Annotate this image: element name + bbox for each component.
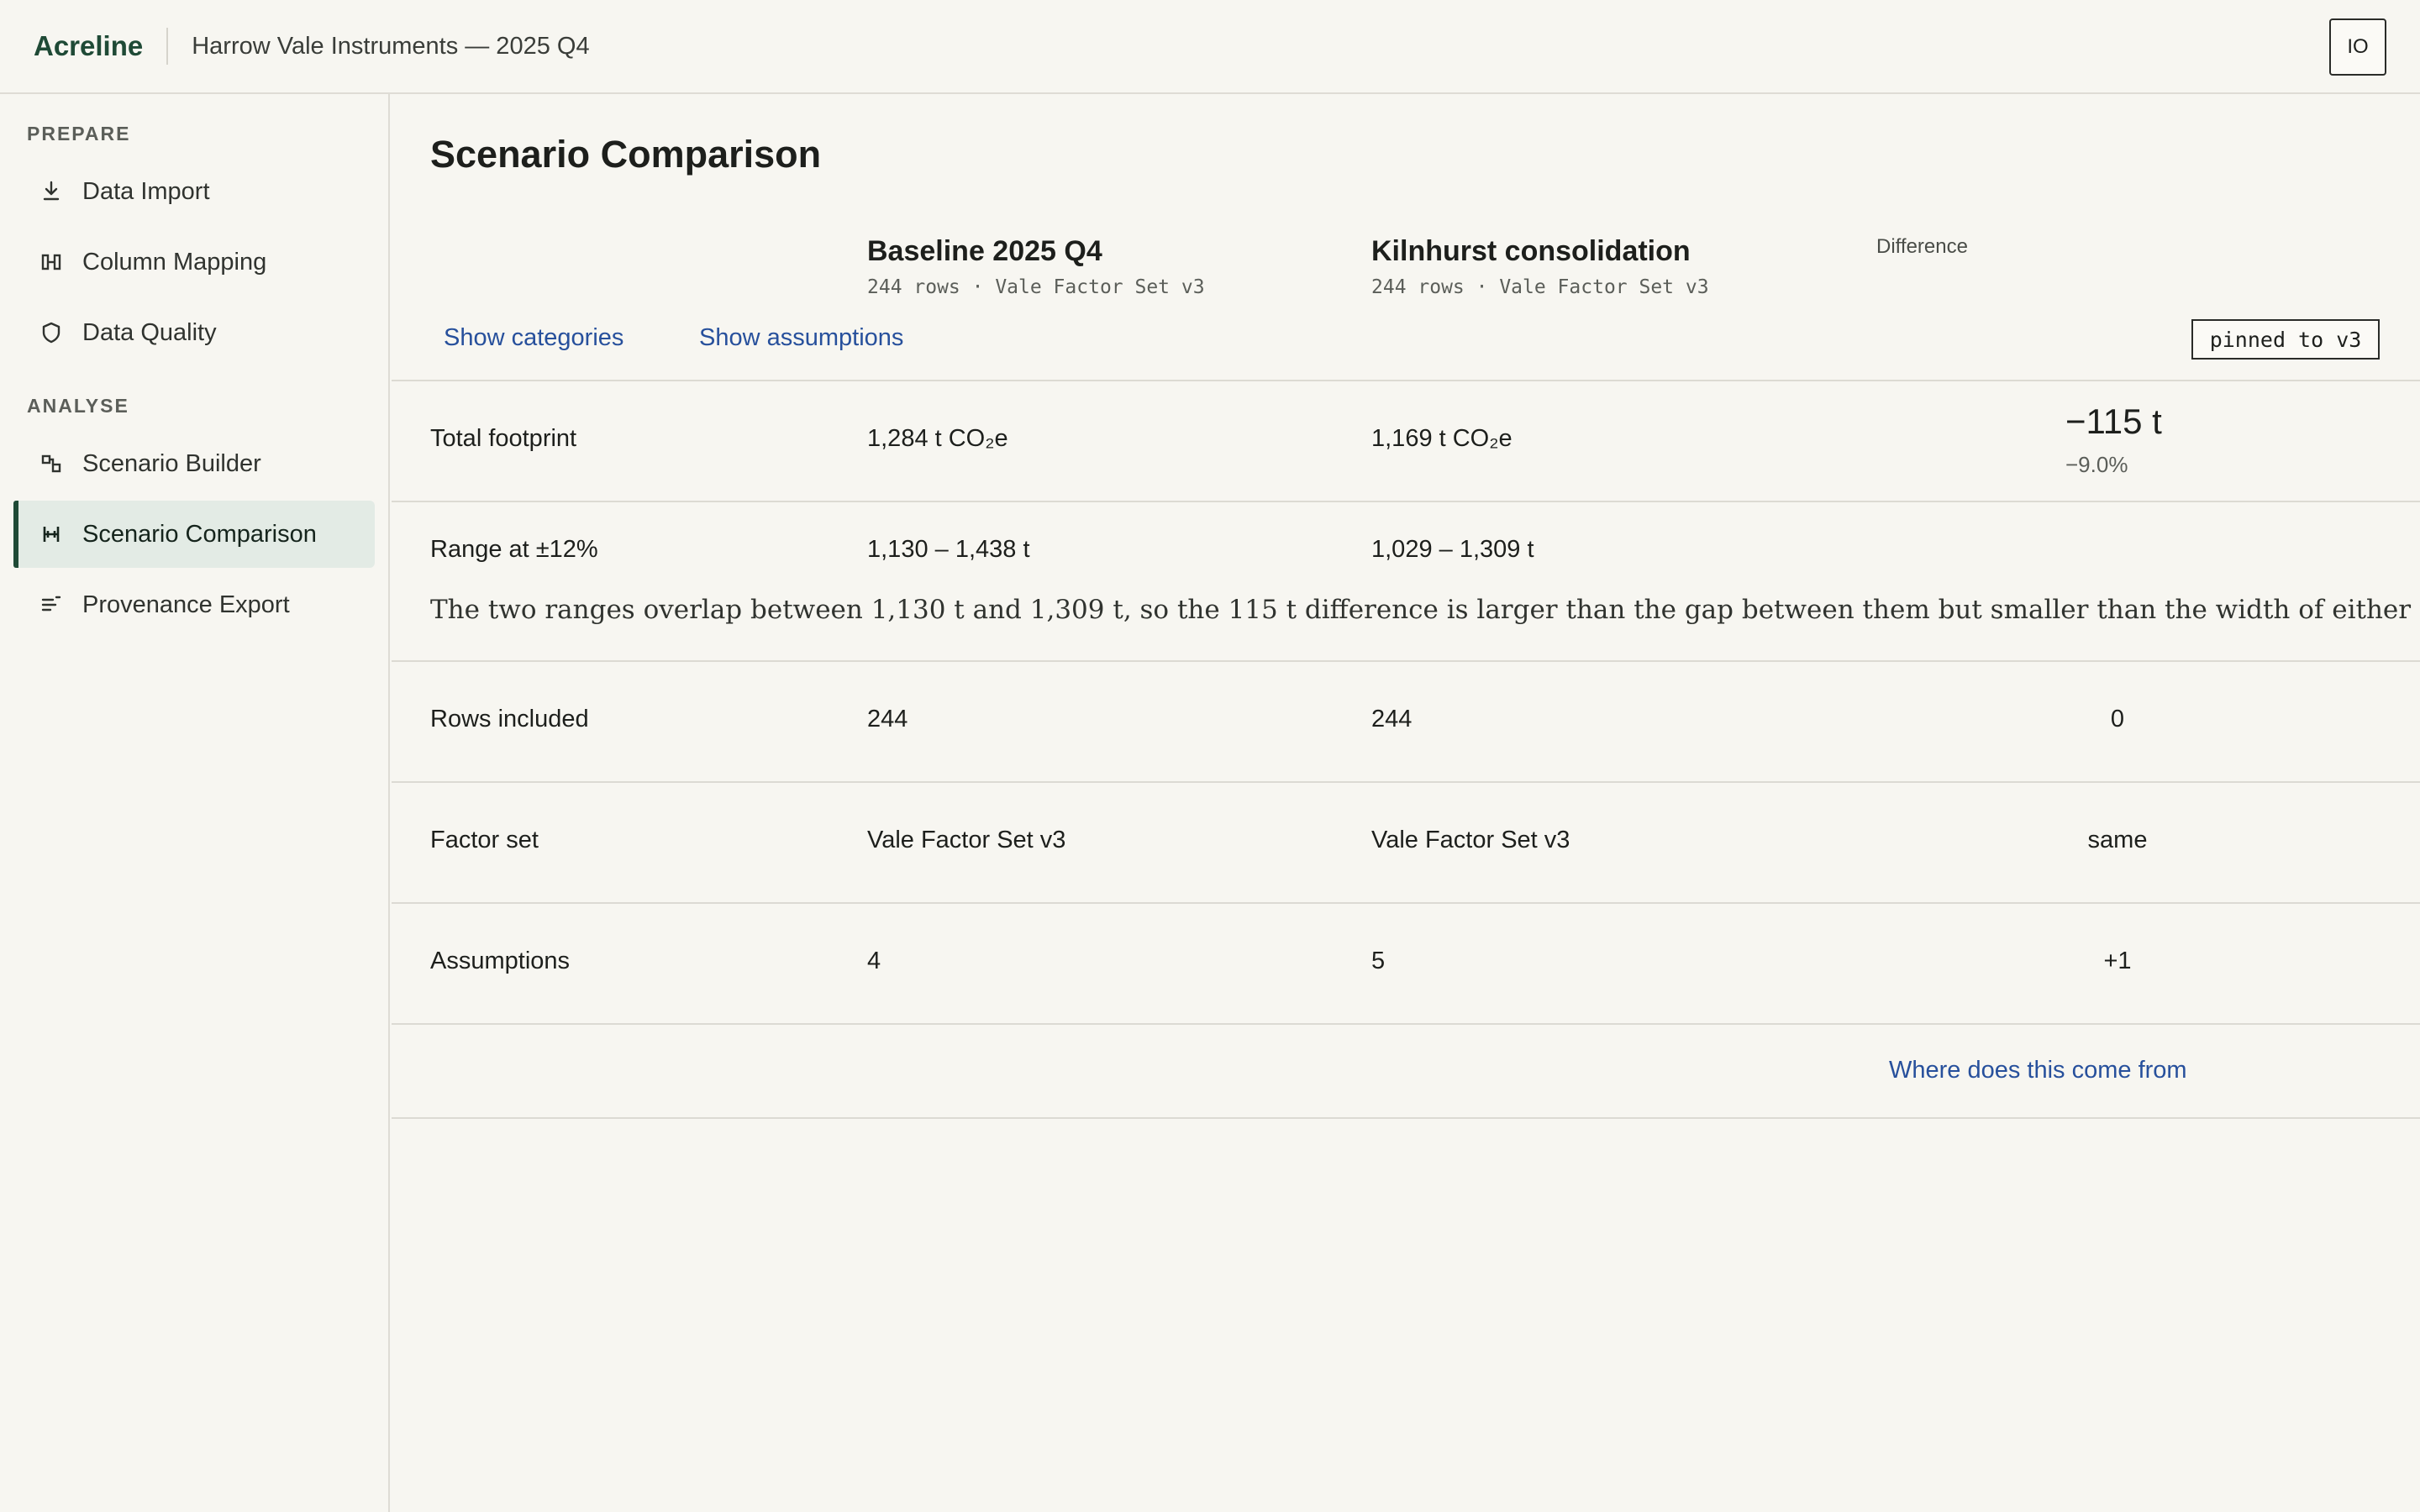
- sidebar-item-data-import[interactable]: Data Import: [13, 158, 375, 225]
- factor-set-a: Vale Factor Set v3: [867, 827, 1066, 853]
- row-label-range: Range at ±12%: [430, 536, 598, 563]
- rows-included-a: 244: [867, 706, 908, 732]
- sidebar-section-analyse: ANALYSE: [27, 395, 129, 417]
- range-b: 1,029 – 1,309 t: [1371, 536, 1534, 563]
- divider: [392, 1023, 2420, 1025]
- scenario-a-header: Baseline 2025 Q4 244 rows · Vale Factor …: [867, 235, 1205, 298]
- total-footprint-a: 1,284 t CO₂e: [867, 425, 1008, 452]
- sidebar-item-label: Data Quality: [82, 318, 217, 346]
- main-content: Scenario Comparison Baseline 2025 Q4 244…: [392, 94, 2420, 1512]
- sidebar: PREPARE Data Import Column Mapping Data …: [0, 94, 390, 1512]
- range-a: 1,130 – 1,438 t: [867, 536, 1030, 563]
- show-assumptions-toggle[interactable]: Show assumptions: [699, 324, 903, 352]
- project-title: Harrow Vale Instruments — 2025 Q4: [192, 32, 590, 60]
- row-label-assumptions: Assumptions: [430, 948, 571, 974]
- scenario-b-header: Kilnhurst consolidation 244 rows · Vale …: [1371, 235, 1709, 298]
- sidebar-item-provenance-export[interactable]: Provenance Export: [13, 571, 375, 638]
- assumptions-difference: +1: [2103, 948, 2132, 974]
- total-footprint-difference: −115 t: [2065, 402, 2162, 441]
- show-categories-toggle[interactable]: Show categories: [444, 324, 623, 352]
- top-bar: Acreline Harrow Vale Instruments — 2025 …: [0, 0, 2420, 94]
- divider: [392, 501, 2420, 502]
- brand-logo[interactable]: Acreline: [34, 28, 169, 65]
- sidebar-item-label: Provenance Export: [82, 591, 290, 618]
- rows-included-b: 244: [1371, 706, 1413, 732]
- total-footprint-b: 1,169 t CO₂e: [1371, 425, 1512, 452]
- page-title: Scenario Comparison: [430, 133, 822, 176]
- divider: [392, 1117, 2420, 1119]
- sidebar-item-data-quality[interactable]: Data Quality: [13, 299, 375, 366]
- compare-icon: [43, 527, 60, 542]
- pinned-badge: pinned to v3: [2191, 319, 2380, 360]
- divider: [392, 660, 2420, 662]
- scenario-a-subtitle: 244 rows · Vale Factor Set v3: [867, 276, 1205, 298]
- difference-header: Difference: [1876, 235, 1968, 258]
- scenario-b-title: Kilnhurst consolidation: [1371, 235, 1691, 267]
- provenance-link[interactable]: Where does this come from: [1889, 1057, 2187, 1084]
- scenario-builder-icon: [41, 454, 61, 473]
- sidebar-item-label: Column Mapping: [82, 248, 267, 276]
- download-icon: [43, 181, 60, 201]
- factor-set-b: Vale Factor Set v3: [1371, 827, 1570, 853]
- export-list-icon: [41, 596, 61, 612]
- sidebar-item-label: Data Import: [82, 177, 210, 205]
- range-overlap-note: The two ranges overlap between 1,130 t a…: [430, 595, 2420, 625]
- row-label-factor-set: Factor set: [430, 827, 539, 853]
- assumptions-b: 5: [1371, 948, 1386, 974]
- factor-set-difference: same: [2087, 827, 2148, 853]
- sidebar-item-column-mapping[interactable]: Column Mapping: [13, 228, 375, 296]
- scenario-b-subtitle: 244 rows · Vale Factor Set v3: [1371, 276, 1709, 298]
- sidebar-item-label: Scenario Builder: [82, 449, 261, 477]
- row-label-total-footprint: Total footprint: [430, 425, 577, 452]
- divider: [392, 902, 2420, 904]
- divider: [392, 781, 2420, 783]
- shield-icon: [42, 322, 60, 344]
- sidebar-section-prepare: PREPARE: [27, 123, 131, 144]
- row-label-rows-included: Rows included: [430, 706, 589, 732]
- total-footprint-difference-percent: −9.0%: [2065, 452, 2128, 477]
- assumptions-a: 4: [867, 948, 881, 974]
- divider: [392, 380, 2420, 381]
- scenario-a-title: Baseline 2025 Q4: [867, 235, 1102, 267]
- sidebar-item-label: Scenario Comparison: [82, 520, 317, 548]
- user-avatar[interactable]: IO: [2329, 18, 2386, 76]
- sidebar-item-scenario-comparison[interactable]: Scenario Comparison: [13, 501, 375, 568]
- column-mapping-icon: [41, 254, 61, 270]
- rows-included-difference: 0: [2110, 706, 2125, 732]
- sidebar-item-scenario-builder[interactable]: Scenario Builder: [13, 430, 375, 497]
